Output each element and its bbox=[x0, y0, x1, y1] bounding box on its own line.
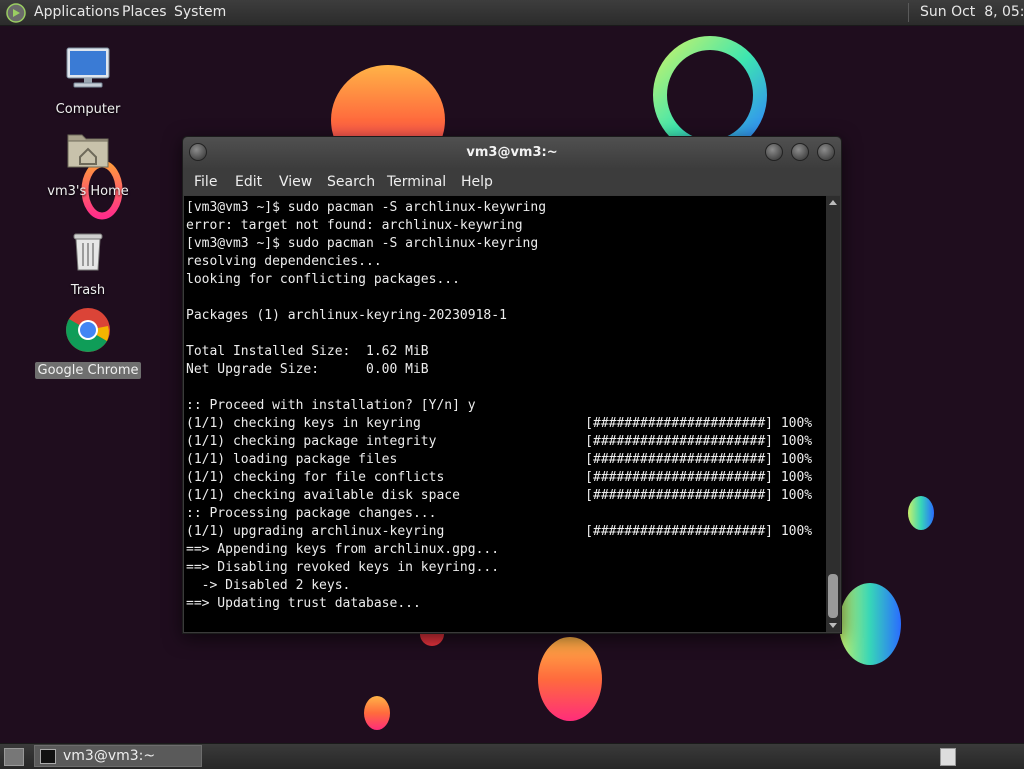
terminal-output: [vm3@vm3 ~]$ sudo pacman -S archlinux-ke… bbox=[184, 196, 826, 613]
terminal-line: (1/1) checking package integrity [######… bbox=[186, 434, 813, 449]
panel-separator bbox=[908, 3, 909, 22]
terminal-output-area[interactable]: [vm3@vm3 ~]$ sudo pacman -S archlinux-ke… bbox=[184, 196, 826, 632]
terminal-line: (1/1) loading package files [###########… bbox=[186, 452, 813, 467]
show-desktop-icon[interactable] bbox=[4, 748, 24, 766]
desktop-icon-label: vm3's Home bbox=[47, 184, 129, 199]
menu-help[interactable]: Help bbox=[461, 174, 493, 190]
terminal-line: (1/1) upgrading archlinux-keyring [#####… bbox=[186, 524, 813, 539]
home-folder-icon bbox=[67, 134, 109, 168]
menu-search[interactable]: Search bbox=[327, 174, 375, 190]
workspace-switcher[interactable] bbox=[940, 748, 956, 766]
desktop-icon-label: Trash bbox=[70, 283, 106, 298]
scroll-up-arrow-icon[interactable] bbox=[829, 200, 837, 205]
top-panel: Applications Places System Sun Oct 8, 05… bbox=[0, 0, 1024, 26]
window-titlebar[interactable]: vm3@vm3:~ bbox=[183, 137, 841, 169]
terminal-line: ==> Updating trust database... bbox=[186, 596, 421, 611]
desktop-icon-google-chrome[interactable]: Google Chrome bbox=[28, 306, 148, 379]
terminal-line: :: Proceed with installation? [Y/n] y bbox=[186, 398, 476, 413]
terminal-line: Total Installed Size: 1.62 MiB bbox=[186, 344, 429, 359]
trash-icon bbox=[73, 233, 103, 271]
menu-terminal[interactable]: Terminal bbox=[387, 174, 446, 190]
desktop-icon-home[interactable]: vm3's Home bbox=[28, 127, 148, 200]
desktop-icon-trash[interactable]: Trash bbox=[28, 226, 148, 299]
taskbar-item-label: vm3@vm3:~ bbox=[63, 748, 156, 764]
terminal-icon bbox=[40, 749, 56, 764]
terminal-line: ==> Appending keys from archlinux.gpg... bbox=[186, 542, 500, 557]
terminal-line: -> Disabled 2 keys. bbox=[186, 578, 351, 593]
scrollbar-thumb[interactable] bbox=[828, 574, 838, 618]
terminal-scrollbar[interactable] bbox=[826, 196, 840, 632]
terminal-line: resolving dependencies... bbox=[186, 254, 382, 269]
terminal-line: [vm3@vm3 ~]$ sudo pacman -S archlinux-ke… bbox=[186, 236, 539, 251]
desktop-icon-label: Computer bbox=[55, 102, 121, 117]
terminal-line: (1/1) checking keys in keyring [########… bbox=[186, 416, 813, 431]
terminal-window[interactable]: vm3@vm3:~ File Edit View Search Terminal… bbox=[182, 136, 842, 634]
menu-view[interactable]: View bbox=[279, 174, 312, 190]
terminal-line: ==> Disabling revoked keys in keyring... bbox=[186, 560, 500, 575]
minimize-button[interactable] bbox=[765, 143, 783, 161]
clock[interactable]: Sun Oct 8, 05:04 bbox=[920, 4, 1024, 20]
taskbar-item-terminal[interactable]: vm3@vm3:~ bbox=[34, 745, 202, 767]
terminal-line: Packages (1) archlinux-keyring-20230918-… bbox=[186, 308, 507, 323]
terminal-line: (1/1) checking for file conflicts [#####… bbox=[186, 470, 813, 485]
chrome-icon bbox=[66, 308, 110, 352]
terminal-line: (1/1) checking available disk space [###… bbox=[186, 488, 813, 503]
menu-file[interactable]: File bbox=[194, 174, 217, 190]
desktop-icon-label: Google Chrome bbox=[34, 362, 142, 379]
terminal-line: Net Upgrade Size: 0.00 MiB bbox=[186, 362, 429, 377]
system-menu[interactable]: System bbox=[174, 4, 226, 20]
applications-menu[interactable]: Applications bbox=[34, 4, 120, 20]
places-menu[interactable]: Places bbox=[122, 4, 167, 20]
scroll-down-arrow-icon[interactable] bbox=[829, 623, 837, 628]
menu-edit[interactable]: Edit bbox=[235, 174, 262, 190]
close-button[interactable] bbox=[817, 143, 835, 161]
terminal-line: [vm3@vm3 ~]$ sudo pacman -S archlinux-ke… bbox=[186, 200, 547, 215]
desktop-icon-computer[interactable]: Computer bbox=[28, 45, 148, 118]
bottom-panel: vm3@vm3:~ bbox=[0, 743, 1024, 769]
terminal-menubar: File Edit View Search Terminal Help bbox=[183, 169, 841, 195]
window-title: vm3@vm3:~ bbox=[466, 145, 558, 160]
terminal-line: error: target not found: archlinux-keywr… bbox=[186, 218, 523, 233]
mate-logo-icon[interactable] bbox=[6, 3, 26, 23]
terminal-line: looking for conflicting packages... bbox=[186, 272, 460, 287]
maximize-button[interactable] bbox=[791, 143, 809, 161]
computer-icon bbox=[66, 47, 110, 88]
terminal-line: :: Processing package changes... bbox=[186, 506, 437, 521]
